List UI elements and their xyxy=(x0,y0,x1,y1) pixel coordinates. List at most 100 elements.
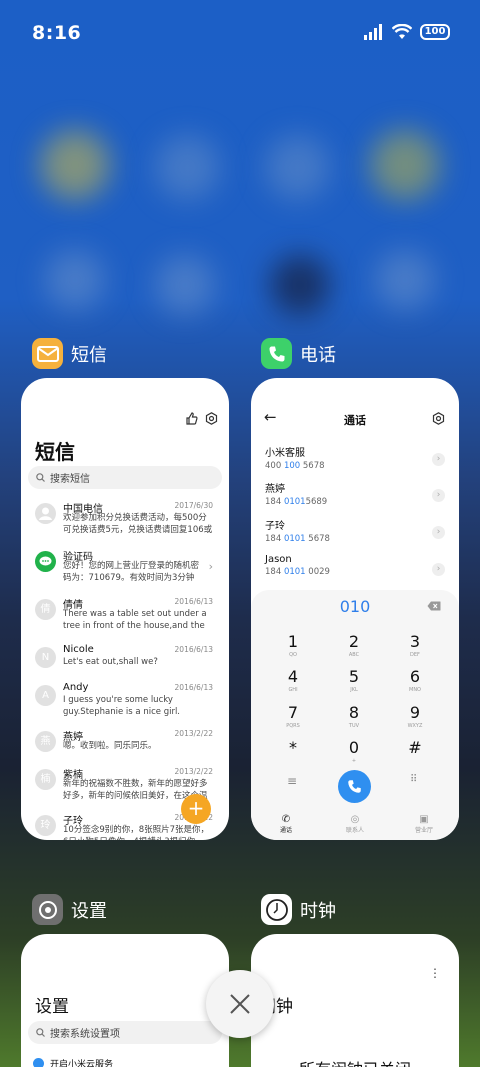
message-preview: 您好！您的网上营业厅登录的随机密码为：710679。有效时间为3分钟 xyxy=(63,561,200,583)
gear-icon[interactable] xyxy=(205,412,218,425)
sms-search-placeholder: 搜索短信 xyxy=(50,474,90,485)
settings-app-icon xyxy=(32,894,63,925)
contact-number: 400 100 5678 xyxy=(265,461,325,471)
contact-item[interactable]: 燕婷 184 01015689 › xyxy=(265,480,445,516)
settings-page-title: 设置 xyxy=(35,997,69,1017)
phone-card[interactable]: ← 通话 小米客服 400 100 5678 › 燕婷 184 01015689… xyxy=(251,378,459,840)
dial-key-5[interactable]: 5 JKL xyxy=(324,667,384,693)
battery-indicator: 100 xyxy=(420,24,450,40)
avatar xyxy=(35,503,56,524)
status-bar: 8:16 100 xyxy=(0,0,480,66)
dial-key-4[interactable]: 4 GHI xyxy=(263,667,323,693)
message-sender: Nicole xyxy=(63,644,94,655)
settings-item-label: 开启小米云服务 xyxy=(50,1060,114,1067)
close-icon xyxy=(230,994,250,1014)
settings-search-input[interactable]: 搜索系统设置项 xyxy=(28,1021,222,1044)
phone-app-icon xyxy=(261,338,292,369)
gear-icon[interactable] xyxy=(432,412,445,425)
message-preview: Let's eat out,shall we? xyxy=(63,657,158,667)
message-preview: I guess you're some lucky guy.Stephanie … xyxy=(63,695,181,717)
phone-page-title: 通话 xyxy=(344,414,366,427)
contact-name: 燕婷 xyxy=(265,484,285,495)
phone-icon xyxy=(348,780,361,793)
chevron-right-icon[interactable]: › xyxy=(432,526,445,539)
chevron-right-icon[interactable]: › xyxy=(432,489,445,502)
contact-number: 184 0101 0029 xyxy=(265,567,330,577)
message-preview: 嗯。收到啦。同乐同乐。 xyxy=(63,741,157,751)
settings-app-name: 设置 xyxy=(71,900,107,922)
dial-key-7[interactable]: 7 PQRS xyxy=(263,703,323,729)
message-sender: Andy xyxy=(63,682,89,693)
sms-page-title: 短信 xyxy=(35,440,75,464)
dial-key-2[interactable]: 2 ABC xyxy=(324,632,384,658)
new-message-button[interactable]: + xyxy=(181,794,211,824)
dial-key-0[interactable]: 0 + xyxy=(324,738,384,764)
tab-label: 通话 xyxy=(279,827,292,834)
dialpad-toggle-icon[interactable]: ⠿ xyxy=(410,774,417,785)
sms-app-header[interactable]: 短信 xyxy=(32,338,107,369)
cloud-icon xyxy=(33,1058,44,1067)
menu-icon[interactable]: ≡ xyxy=(287,774,297,788)
message-date: 2013/2/22 xyxy=(174,767,213,776)
sms-app-icon xyxy=(32,338,63,369)
status-time: 8:16 xyxy=(32,22,82,44)
contact-name: Jason xyxy=(265,554,292,565)
dial-key-8[interactable]: 8 TUV xyxy=(324,703,384,729)
thumbs-up-icon[interactable] xyxy=(185,412,198,425)
message-item[interactable]: 验证码 您好！您的网上营业厅登录的随机密码为：710679。有效时间为3分钟 › xyxy=(27,548,221,594)
store-icon: ▣ xyxy=(419,814,429,825)
sms-card[interactable]: 短信 搜索短信 中国电信 2017/6/30 欢迎参加积分兑换话费活动，每500… xyxy=(21,378,229,840)
avatar: 楠 xyxy=(35,769,56,790)
contact-item[interactable]: 小米客服 400 100 5678 › xyxy=(265,444,445,480)
contact-name: 小米客服 xyxy=(265,448,305,459)
avatar: N xyxy=(35,647,56,668)
sms-app-name: 短信 xyxy=(71,344,107,366)
alarm-status-text: 所有闹钟已关闭 xyxy=(251,1056,459,1067)
phone-app-name: 电话 xyxy=(300,344,336,366)
contact-number: 184 0101 5678 xyxy=(265,534,330,544)
message-item[interactable]: 倩 倩倩 2016/6/13 There was a table set out… xyxy=(27,596,221,642)
message-item[interactable]: 中国电信 2017/6/30 欢迎参加积分兑换话费活动，每500分可兑换话费5元… xyxy=(27,500,221,546)
search-icon xyxy=(36,1028,45,1037)
message-preview: There was a table set out under a tree i… xyxy=(63,609,207,631)
message-item[interactable]: A Andy 2016/6/13 I guess you're some luc… xyxy=(27,682,221,728)
contact-item[interactable]: 子玲 184 0101 5678 › xyxy=(265,517,445,553)
tab-service-hall[interactable]: ▣ 营业厅 xyxy=(404,814,444,834)
call-button[interactable] xyxy=(338,770,371,803)
more-options-icon[interactable]: ⋮ xyxy=(429,966,441,980)
dial-key-hash[interactable]: # xyxy=(385,738,445,758)
chevron-right-icon[interactable]: › xyxy=(432,563,445,576)
dial-key-6[interactable]: 6 MNO xyxy=(385,667,445,693)
settings-app-header[interactable]: 设置 xyxy=(32,894,107,925)
sms-search-input[interactable]: 搜索短信 xyxy=(28,466,222,489)
settings-search-placeholder: 搜索系统设置项 xyxy=(50,1029,120,1040)
contact-item[interactable]: Jason 184 0101 0029 › xyxy=(265,554,445,590)
dial-key-1[interactable]: 1 QO xyxy=(263,632,323,658)
clock-app-header[interactable]: 时钟 xyxy=(261,894,336,925)
settings-card[interactable]: 设置 搜索系统设置项 开启小米云服务 xyxy=(21,934,229,1067)
contact-number: 184 01015689 xyxy=(265,497,328,507)
avatar: 燕 xyxy=(35,731,56,752)
avatar: 倩 xyxy=(35,599,56,620)
dial-key-9[interactable]: 9 WXYZ xyxy=(385,703,445,729)
dial-key-star[interactable]: * xyxy=(263,738,323,758)
phone-app-header[interactable]: 电话 xyxy=(261,338,336,369)
settings-item[interactable]: 开启小米云服务 xyxy=(33,1057,113,1067)
tab-label: 营业厅 xyxy=(414,827,433,834)
tab-label: 联系人 xyxy=(345,827,364,834)
phone-tab-icon: ✆ xyxy=(281,814,291,825)
contact-name: 子玲 xyxy=(265,521,285,532)
chevron-right-icon[interactable]: › xyxy=(432,453,445,466)
dial-key-3[interactable]: 3 DEF xyxy=(385,632,445,658)
message-preview: 欢迎参加积分兑换话费活动，每500分可兑换话费5元，兑换话费请回复106或jfd… xyxy=(63,513,213,535)
clock-app-name: 时钟 xyxy=(300,900,336,922)
close-all-button[interactable] xyxy=(206,970,274,1038)
backspace-icon[interactable] xyxy=(427,601,441,611)
message-date: 2016/6/13 xyxy=(174,683,213,692)
message-date: 2016/6/13 xyxy=(174,645,213,654)
tab-calls[interactable]: ✆ 通话 xyxy=(266,814,306,834)
tab-contacts[interactable]: ◎ 联系人 xyxy=(335,814,375,834)
clock-card[interactable]: ⋮ 闹钟 所有闹钟已关闭 xyxy=(251,934,459,1067)
wifi-icon xyxy=(392,24,412,39)
chevron-right-icon: › xyxy=(208,560,213,573)
